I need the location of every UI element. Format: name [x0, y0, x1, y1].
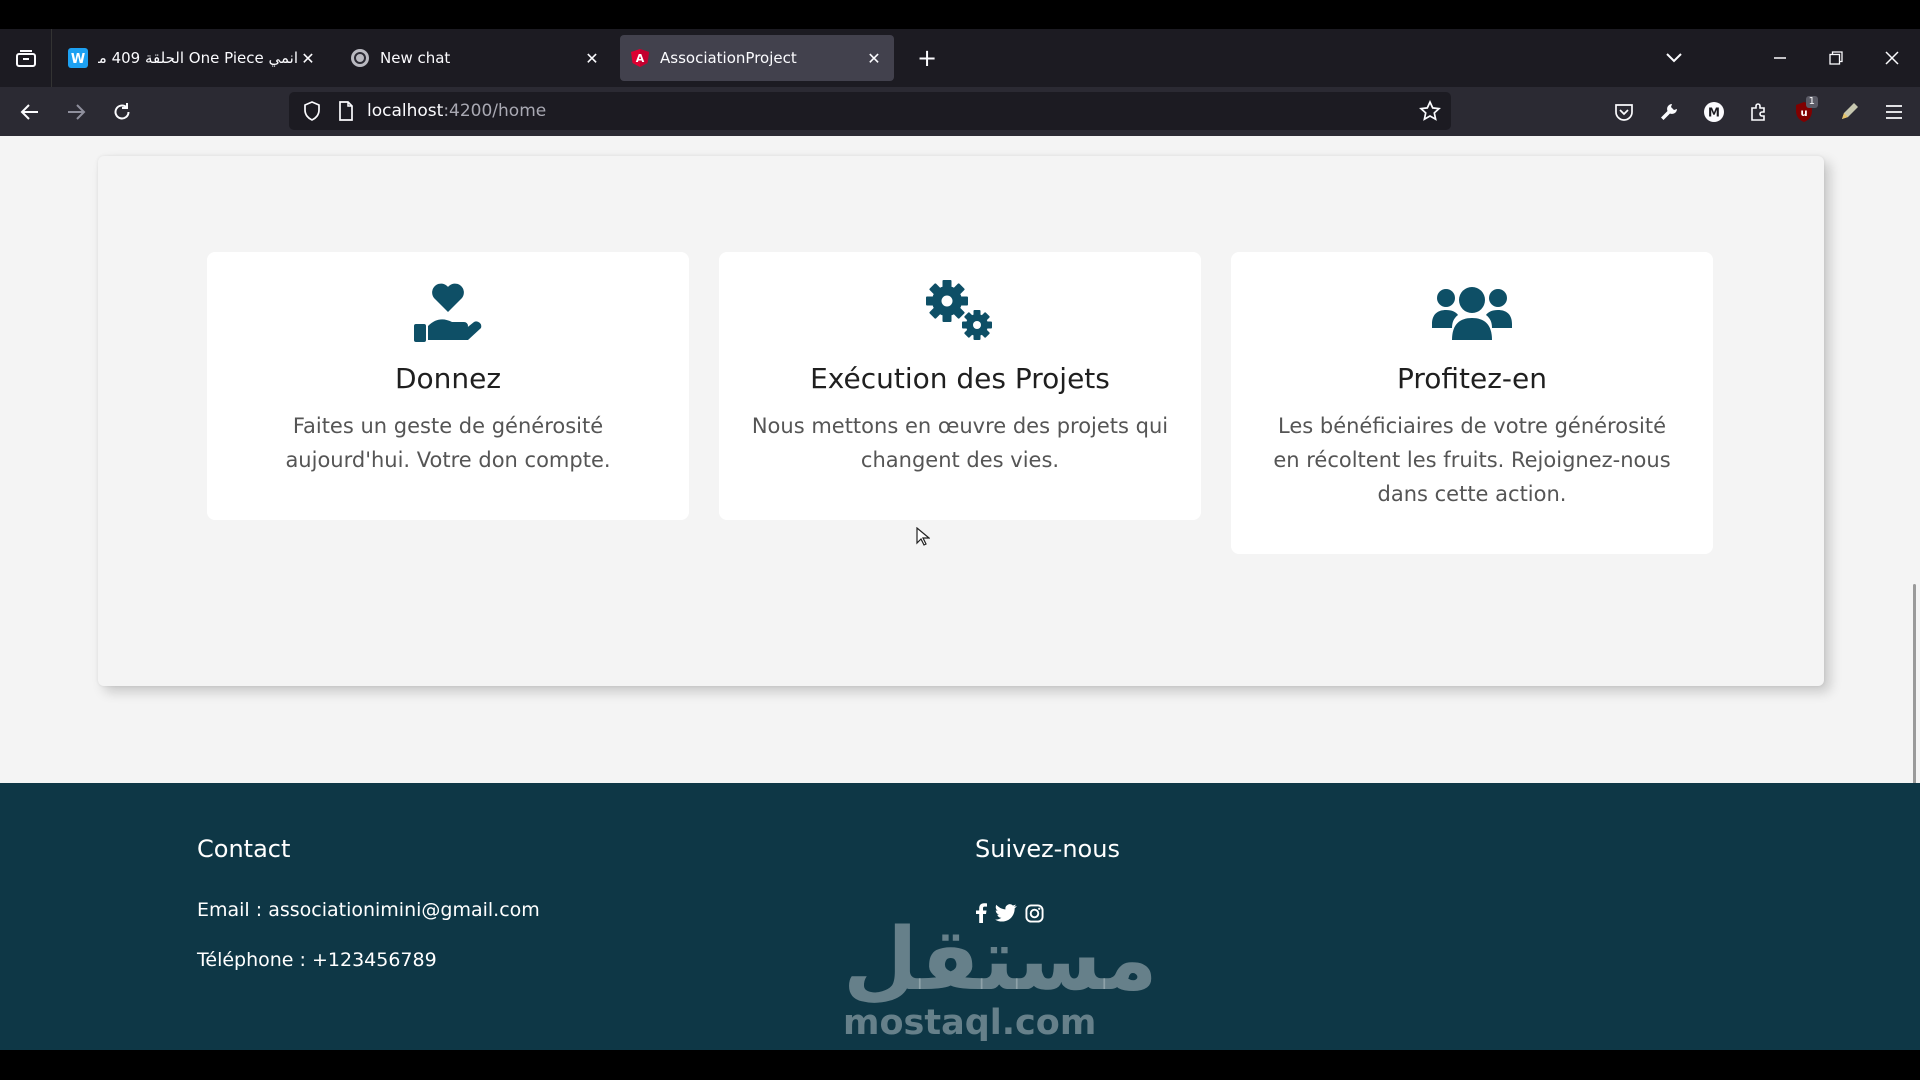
chatgpt-favicon-icon	[350, 48, 370, 68]
minimize-button[interactable]	[1752, 29, 1808, 87]
page-info-icon[interactable]	[333, 98, 359, 124]
tab-close-icon[interactable]: ✕	[298, 48, 318, 68]
tab-title: انمي One Piece الحلقة 409 مترجم	[98, 49, 298, 67]
tab-close-icon[interactable]: ✕	[582, 48, 602, 68]
svg-text:M: M	[1708, 105, 1720, 119]
svg-text:W: W	[71, 52, 85, 67]
feature-title: Donnez	[394, 362, 502, 395]
bottom-black-bar	[0, 1050, 1920, 1080]
extension-badge: 1	[1805, 95, 1818, 108]
hand-holding-heart-icon	[207, 278, 689, 344]
mouse-cursor-icon	[916, 526, 931, 551]
puzzle-icon	[1750, 102, 1765, 121]
site-footer: Contact Email : associationimini@gmail.c…	[0, 783, 1920, 1050]
back-button[interactable]	[8, 92, 52, 132]
close-window-button[interactable]	[1864, 29, 1920, 87]
app-menu-button[interactable]	[1871, 92, 1916, 132]
arrow-right-icon	[68, 103, 86, 120]
restore-icon	[1829, 51, 1843, 65]
devtools-button[interactable]	[1646, 92, 1691, 132]
navigation-toolbar: localhost:4200/home M u 1	[0, 87, 1920, 136]
wrench-icon	[1660, 103, 1677, 120]
pocket-button[interactable]	[1601, 92, 1646, 132]
tab-title: New chat	[380, 49, 451, 67]
pen-icon	[1841, 102, 1858, 119]
url-host: localhost	[367, 101, 444, 121]
footer-contact-title: Contact	[197, 835, 291, 863]
browser-tab-one-piece[interactable]: W انمي One Piece الحلقة 409 مترجم ✕	[58, 35, 328, 81]
account-extension-button[interactable]: M	[1691, 92, 1736, 132]
bookmark-star-icon[interactable]	[1417, 98, 1443, 124]
browser-tab-association-project[interactable]: A AssociationProject ✕	[620, 35, 894, 81]
feature-card-donate: Donnez Faites un geste de générosité auj…	[207, 252, 689, 520]
m-avatar-icon: M	[1703, 101, 1724, 122]
toolbar-right: M u 1	[1601, 87, 1920, 136]
feature-text: Nous mettons en œuvre des projets qui ch…	[751, 414, 1169, 472]
url-path: :4200/home	[443, 101, 547, 121]
users-icon	[1231, 278, 1713, 344]
feature-card-benefit: Profitez-en Les bénéficiaires de votre g…	[1231, 252, 1713, 554]
url-bar[interactable]: localhost:4200/home	[289, 92, 1451, 130]
angular-favicon-icon: A	[630, 48, 650, 68]
footer-email: Email : associationimini@gmail.com	[197, 899, 540, 921]
svg-text:A: A	[636, 52, 645, 65]
hamburger-menu-icon	[1885, 104, 1902, 119]
feature-title: Exécution des Projets	[810, 362, 1110, 395]
browser-tab-strip: W انمي One Piece الحلقة 409 مترجم ✕ New …	[0, 29, 1920, 87]
minimize-icon	[1774, 57, 1786, 59]
tab-title: AssociationProject	[660, 49, 797, 67]
feature-text: Faites un geste de générosité aujourd'hu…	[285, 414, 611, 472]
ublock-button[interactable]: u 1	[1781, 92, 1826, 132]
new-tab-button[interactable]: +	[908, 39, 946, 77]
tab-strip-right	[1646, 29, 1920, 87]
feature-card-projects: Exécution des Projets Nous mettons en œu…	[719, 252, 1201, 520]
watermark-arabic: مستقل	[843, 910, 1158, 1010]
cogs-icon	[719, 278, 1201, 344]
plus-icon: +	[916, 44, 938, 72]
tab-overview-button[interactable]	[0, 29, 52, 87]
shield-icon[interactable]	[299, 98, 325, 124]
w-favicon-icon: W	[68, 48, 88, 68]
feature-title: Profitez-en	[1396, 362, 1548, 395]
feature-text: Les bénéficiaires de votre générosité en…	[1273, 414, 1671, 506]
page-viewport: Donnez Faites un geste de générosité auj…	[0, 136, 1920, 1050]
top-black-bar	[0, 0, 1920, 29]
svg-text:u: u	[1800, 108, 1807, 119]
pen-extension-button[interactable]	[1826, 92, 1871, 132]
chevron-down-icon	[1666, 53, 1682, 63]
reload-icon	[114, 102, 130, 119]
reload-button[interactable]	[100, 92, 144, 132]
watermark-latin: mostaql.com	[843, 1003, 1097, 1043]
mostaql-watermark: مستقل mostaql.com	[843, 910, 1158, 1043]
close-icon	[1885, 51, 1899, 65]
tab-overview-icon	[15, 50, 36, 67]
browser-tab-new-chat[interactable]: New chat ✕	[340, 35, 612, 81]
tab-close-icon[interactable]: ✕	[864, 48, 884, 68]
forward-button[interactable]	[54, 92, 98, 132]
pocket-icon	[1614, 103, 1633, 121]
footer-phone: Téléphone : +123456789	[197, 949, 437, 971]
arrow-left-icon	[20, 103, 38, 120]
restore-button[interactable]	[1808, 29, 1864, 87]
extensions-button[interactable]	[1736, 92, 1781, 132]
footer-follow-title: Suivez-nous	[975, 835, 1120, 863]
list-all-tabs-button[interactable]	[1646, 29, 1702, 87]
